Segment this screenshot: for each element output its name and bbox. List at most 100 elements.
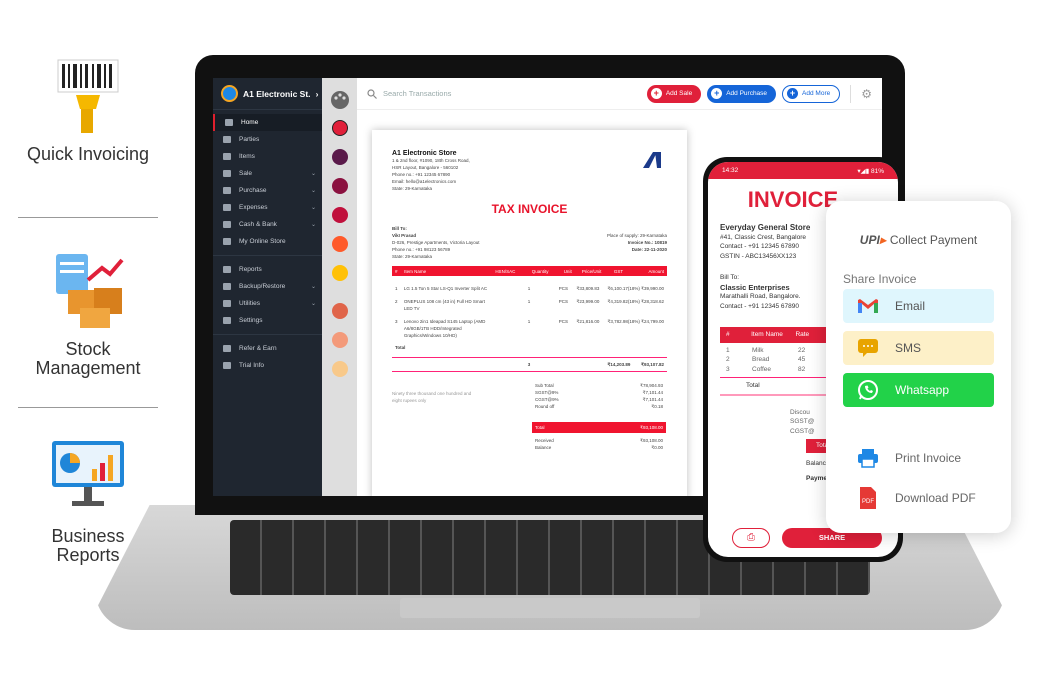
feature-quick-invoicing: Quick Invoicing: [18, 55, 158, 164]
divider: [18, 217, 158, 218]
color-swatch[interactable]: [331, 332, 348, 348]
sidebar-item-utilities[interactable]: Utilities ⌄: [213, 295, 322, 312]
print-invoice-button[interactable]: Print Invoice: [843, 443, 994, 473]
color-swatch[interactable]: [331, 236, 348, 252]
search-input[interactable]: Search Transactions: [383, 89, 641, 98]
sidebar-item-my-online-store[interactable]: My Online Store: [213, 233, 322, 250]
sidebar-item-settings[interactable]: Settings: [213, 312, 322, 329]
table-row: 1 LG 1.5 Ton 5 Star LS-Q1 Inverter Split …: [392, 282, 667, 295]
place-of-supply: Place of supply: 29-Karnataka: [606, 233, 667, 238]
sidebar-item-label: Cash & Bank: [239, 221, 277, 228]
sidebar-item-home[interactable]: Home: [213, 114, 322, 131]
total-amount: ₹93,107.82: [641, 362, 664, 367]
report-chart-icon: [52, 441, 124, 506]
customer-address: D-026, Prestige Apartments, Victoria Lay…: [392, 240, 480, 245]
store-address: 1 & 2nd floor, #1090, 18th Cross Road,: [392, 158, 470, 163]
column-header: GST: [613, 268, 624, 274]
table-cell: ₹33,809.83: [576, 286, 600, 291]
summary-value: ₹7,101.44: [642, 397, 663, 402]
sidebar-item-icon: [223, 204, 231, 211]
chevron-down-icon: ⌄: [310, 171, 316, 177]
table-cell: ₹23,999.00: [576, 299, 600, 304]
sidebar-item-icon: [223, 317, 231, 324]
collect-payment-label: Collect Payment: [889, 233, 978, 247]
column-header: #: [726, 331, 730, 338]
table-cell: [492, 298, 527, 312]
sidebar: A1 Electronic St. › Home Parties Items Sale ⌄…: [213, 78, 322, 496]
summary-label: SGST@9%: [535, 390, 559, 395]
share-email-button[interactable]: Email: [843, 289, 994, 323]
sidebar-item-label: Expenses: [239, 204, 268, 211]
amount-in-words: Ninety three thousand one hundred and ei…: [392, 391, 472, 403]
summary-label: Round off: [535, 404, 555, 409]
svg-text:PDF: PDF: [862, 499, 874, 505]
color-swatch[interactable]: [331, 120, 348, 136]
sidebar-item-cash-bank[interactable]: Cash & Bank ⌄: [213, 216, 322, 233]
sidebar-item-sale[interactable]: Sale ⌄: [213, 165, 322, 182]
chevron-down-icon: ⌄: [310, 284, 316, 290]
settings-gear-icon[interactable]: ⚙: [861, 87, 872, 101]
store-switcher[interactable]: A1 Electronic St. ›: [213, 78, 322, 110]
add-purchase-button[interactable]: + Add Purchase: [707, 84, 777, 103]
collect-payment-button[interactable]: UPI▸ Collect Payment: [843, 233, 994, 247]
color-swatch[interactable]: [331, 149, 348, 165]
printer-icon: [858, 449, 878, 468]
add-more-button[interactable]: + Add More: [782, 84, 841, 103]
store-address: HSR Layout, Bangalore - 560102: [392, 165, 459, 170]
plus-icon: +: [650, 88, 662, 99]
sidebar-item-trial-info[interactable]: Trial Info: [213, 357, 322, 374]
battery-level: 81%: [870, 167, 884, 175]
column-header: Unit: [563, 268, 572, 274]
column-header: Price/Unit: [581, 268, 602, 274]
feature-stock-management: Stock Management: [18, 250, 158, 378]
table-row: 3 Lenovo 2in1 Ideapad S145 Laptop (AMD A6…: [392, 315, 667, 342]
table-cell: PCS: [558, 299, 569, 304]
search-icon: [367, 88, 377, 99]
column-header: Quantity: [531, 268, 549, 274]
whatsapp-icon: [858, 380, 878, 400]
table-cell: 1: [726, 346, 730, 354]
sms-chat-icon: [858, 339, 878, 357]
table-cell: PCS: [558, 286, 569, 291]
share-whatsapp-button[interactable]: Whatsapp: [843, 373, 994, 407]
column-header: Item Name: [751, 331, 783, 338]
store-state: State: 29-Karnataka: [392, 186, 433, 191]
color-swatch[interactable]: [331, 178, 348, 194]
palette-icon[interactable]: [330, 90, 350, 110]
table-cell: Milk: [752, 346, 764, 354]
sidebar-item-label: Reports: [239, 266, 262, 273]
color-swatch[interactable]: [331, 303, 348, 319]
download-pdf-button[interactable]: PDF Download PDF: [843, 483, 994, 513]
button-label: Email: [895, 299, 926, 313]
button-label: SMS: [895, 341, 922, 355]
totals-row: 3 ₹14,203.89 ₹93,107.82: [392, 357, 667, 372]
sidebar-item-label: Settings: [239, 317, 263, 324]
store-name: A1 Electronic St.: [243, 88, 311, 99]
color-swatch[interactable]: [331, 361, 348, 377]
print-icon[interactable]: ⎙: [732, 528, 770, 548]
store-name: A1 Electronic Store: [392, 150, 457, 157]
sidebar-item-refer-earn[interactable]: Refer & Earn: [213, 340, 322, 357]
invoice-date: Date: 22-11-2020: [631, 247, 667, 252]
summary-row: CGST@9% ₹7,101.44: [532, 396, 666, 403]
table-cell: PCS: [558, 319, 569, 324]
balance-label: Balance: [535, 445, 552, 450]
color-swatch[interactable]: [331, 265, 348, 281]
sidebar-item-backup-restore[interactable]: Backup/Restore ⌄: [213, 278, 322, 295]
cgst-label: CGST@: [790, 427, 815, 435]
table-cell: 1: [527, 299, 531, 304]
a1-logo-icon: [643, 152, 661, 168]
table-cell: Coffee: [752, 365, 772, 373]
laptop-trackpad: [400, 598, 700, 618]
sidebar-item-reports[interactable]: Reports: [213, 261, 322, 278]
share-sms-button[interactable]: SMS: [843, 331, 994, 365]
chevron-down-icon: ⌄: [310, 188, 316, 194]
table-cell: ₹3,782.98(18%): [607, 319, 640, 324]
sidebar-item-items[interactable]: Items: [213, 148, 322, 165]
sidebar-item-purchase[interactable]: Purchase ⌄: [213, 182, 322, 199]
sidebar-item-icon: [223, 362, 231, 369]
sidebar-item-expenses[interactable]: Expenses ⌄: [213, 199, 322, 216]
sidebar-item-parties[interactable]: Parties: [213, 131, 322, 148]
color-swatch[interactable]: [331, 207, 348, 223]
add-sale-button[interactable]: + Add Sale: [646, 84, 702, 103]
